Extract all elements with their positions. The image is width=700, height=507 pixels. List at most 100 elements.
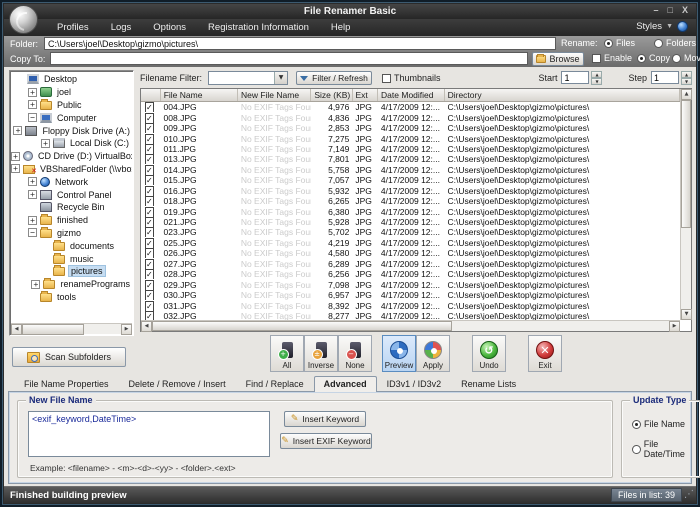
tree-item-control-panel[interactable]: +Control Panel <box>11 188 132 201</box>
menu-item-options[interactable]: Options <box>142 20 197 35</box>
row-checkbox[interactable]: ✓ <box>145 301 154 311</box>
tree-expander-icon[interactable]: + <box>11 164 20 173</box>
table-row[interactable]: ✓027.JPGNo EXIF Tags Found6,289JPG4/17/2… <box>141 259 680 269</box>
row-checkbox[interactable]: ✓ <box>145 259 154 269</box>
table-row[interactable]: ✓030.JPGNo EXIF Tags Found6,957JPG4/17/2… <box>141 290 680 300</box>
inverse-button[interactable]: Inverse <box>304 335 338 372</box>
close-button[interactable]: X <box>682 5 688 15</box>
tree-item-documents[interactable]: documents <box>11 239 132 252</box>
copy-radio[interactable] <box>637 54 646 63</box>
tree-expander-icon[interactable]: + <box>28 190 37 199</box>
table-row[interactable]: ✓018.JPGNo EXIF Tags Found6,265JPG4/17/2… <box>141 196 680 206</box>
menu-item-help[interactable]: Help <box>320 20 362 35</box>
tree-item-floppy-disk-drive-a-[interactable]: +Floppy Disk Drive (A:) <box>11 124 132 137</box>
styles-menu[interactable]: Styles ▼ <box>636 21 688 32</box>
tree-item-network[interactable]: +Network <box>11 175 132 188</box>
table-row[interactable]: ✓004.JPGNo EXIF Tags Found4,976JPG4/17/2… <box>141 102 680 112</box>
table-row[interactable]: ✓019.JPGNo EXIF Tags Found6,380JPG4/17/2… <box>141 206 680 216</box>
tree-horizontal-scrollbar[interactable]: ◀ ▶ <box>11 323 132 334</box>
insert-keyword-button[interactable]: ✎ Insert Keyword <box>284 411 366 427</box>
tree-item-recycle-bin[interactable]: Recycle Bin <box>11 201 132 214</box>
tree-item-music[interactable]: music <box>11 252 132 265</box>
scroll-down-icon[interactable]: ▼ <box>681 309 692 320</box>
table-row[interactable]: ✓014.JPGNo EXIF Tags Found5,758JPG4/17/2… <box>141 165 680 175</box>
table-row[interactable]: ✓023.JPGNo EXIF Tags Found5,702JPG4/17/2… <box>141 227 680 237</box>
table-row[interactable]: ✓032.JPGNo EXIF Tags Found8,277JPG4/17/2… <box>141 311 680 320</box>
tree-item-renameprograms[interactable]: +renamePrograms <box>11 278 132 291</box>
table-row[interactable]: ✓008.JPGNo EXIF Tags Found4,836JPG4/17/2… <box>141 112 680 122</box>
new-file-name-pattern-input[interactable]: <exif_keyword,DateTime> <box>28 411 270 457</box>
tab-id3v1-id3v2[interactable]: ID3v1 / ID3v2 <box>377 376 452 391</box>
folder-path-input[interactable] <box>44 37 556 50</box>
tree-item-tools[interactable]: tools <box>11 291 132 304</box>
tree-expander-icon[interactable]: + <box>13 126 22 135</box>
tree-item-local-disk-c-[interactable]: +Local Disk (C:) <box>11 137 132 150</box>
menu-item-logs[interactable]: Logs <box>100 20 143 35</box>
row-checkbox[interactable]: ✓ <box>145 102 154 112</box>
scroll-up-icon[interactable]: ▲ <box>681 89 692 100</box>
preview-button[interactable]: Preview <box>382 335 416 372</box>
start-input[interactable] <box>561 71 589 84</box>
resize-grip-icon[interactable] <box>684 489 694 501</box>
tab-file-name-properties[interactable]: File Name Properties <box>14 376 119 391</box>
tab-rename-lists[interactable]: Rename Lists <box>451 376 526 391</box>
tab-delete-remove-insert[interactable]: Delete / Remove / Insert <box>119 376 236 391</box>
tree-item-gizmo[interactable]: −gizmo <box>11 227 132 240</box>
row-checkbox[interactable]: ✓ <box>145 280 154 290</box>
table-row[interactable]: ✓016.JPGNo EXIF Tags Found5,932JPG4/17/2… <box>141 186 680 196</box>
tab-find-replace[interactable]: Find / Replace <box>236 376 314 391</box>
column-header-ext[interactable]: Ext <box>353 89 379 101</box>
row-checkbox[interactable]: ✓ <box>145 154 154 164</box>
menu-item-registration-information[interactable]: Registration Information <box>197 20 320 35</box>
tree-expander-icon[interactable]: + <box>28 216 37 225</box>
scan-subfolders-button[interactable]: Scan Subfolders <box>12 347 126 367</box>
scroll-right-icon[interactable]: ▶ <box>669 321 680 332</box>
update-file-name-radio[interactable] <box>632 420 641 429</box>
table-row[interactable]: ✓013.JPGNo EXIF Tags Found7,801JPG4/17/2… <box>141 154 680 164</box>
table-row[interactable]: ✓025.JPGNo EXIF Tags Found4,219JPG4/17/2… <box>141 238 680 248</box>
table-row[interactable]: ✓029.JPGNo EXIF Tags Found7,098JPG4/17/2… <box>141 279 680 289</box>
filter-refresh-button[interactable]: Filter / Refresh <box>296 71 372 85</box>
column-header-file-name[interactable]: File Name <box>161 89 238 101</box>
column-header-date-modified[interactable]: Date Modified <box>378 89 445 101</box>
table-row[interactable]: ✓031.JPGNo EXIF Tags Found8,392JPG4/17/2… <box>141 300 680 310</box>
tab-advanced[interactable]: Advanced <box>314 376 377 392</box>
tree-expander-icon[interactable]: − <box>28 228 37 237</box>
tree-expander-icon[interactable]: + <box>31 280 40 289</box>
tree-item-pictures[interactable]: pictures <box>11 265 132 278</box>
insert-exif-keyword-button[interactable]: ✎ Insert EXIF Keyword <box>280 433 372 449</box>
row-checkbox[interactable]: ✓ <box>145 238 154 248</box>
row-checkbox[interactable]: ✓ <box>145 207 154 217</box>
scroll-left-icon[interactable]: ◀ <box>141 321 152 332</box>
rename-files-radio[interactable] <box>604 39 613 48</box>
row-checkbox[interactable]: ✓ <box>145 311 154 320</box>
combo-dropdown-icon[interactable]: ▼ <box>274 72 287 84</box>
row-checkbox[interactable]: ✓ <box>145 217 154 227</box>
row-checkbox[interactable]: ✓ <box>145 290 154 300</box>
copy-to-input[interactable] <box>50 52 528 65</box>
row-checkbox[interactable]: ✓ <box>145 144 154 154</box>
apply-button[interactable]: Apply <box>416 335 450 372</box>
tree-item-cd-drive-d-virtualbox-guest[interactable]: +CD Drive (D:) VirtualBox Guest <box>11 150 132 163</box>
row-checkbox[interactable]: ✓ <box>145 134 154 144</box>
table-row[interactable]: ✓009.JPGNo EXIF Tags Found2,853JPG4/17/2… <box>141 123 680 133</box>
table-vertical-scrollbar[interactable]: ▲ ▼ <box>680 89 691 320</box>
row-checkbox[interactable]: ✓ <box>145 123 154 133</box>
tree-expander-icon[interactable]: + <box>28 177 37 186</box>
tree-item-public[interactable]: +Public <box>11 99 132 112</box>
tree-expander-icon[interactable]: − <box>28 113 37 122</box>
tree-item-finished[interactable]: +finished <box>11 214 132 227</box>
row-checkbox[interactable]: ✓ <box>145 113 154 123</box>
move-radio[interactable] <box>672 54 681 63</box>
table-row[interactable]: ✓028.JPGNo EXIF Tags Found6,256JPG4/17/2… <box>141 269 680 279</box>
table-horizontal-scrollbar[interactable]: ◀ ▶ <box>141 320 680 331</box>
menu-item-profiles[interactable]: Profiles <box>46 20 100 35</box>
enable-checkbox[interactable] <box>592 54 601 63</box>
tree-item-desktop[interactable]: Desktop <box>11 73 132 86</box>
tree-item-vbsharedfolder-vboxsvr-z[interactable]: +VBSharedFolder (\\vboxsvr) (Z <box>11 163 132 176</box>
table-row[interactable]: ✓015.JPGNo EXIF Tags Found7,057JPG4/17/2… <box>141 175 680 185</box>
rename-folders-radio[interactable] <box>654 39 663 48</box>
row-checkbox[interactable]: ✓ <box>145 186 154 196</box>
table-row[interactable]: ✓026.JPGNo EXIF Tags Found4,580JPG4/17/2… <box>141 248 680 258</box>
column-header-size-kb-[interactable]: Size (KB) <box>311 89 352 101</box>
